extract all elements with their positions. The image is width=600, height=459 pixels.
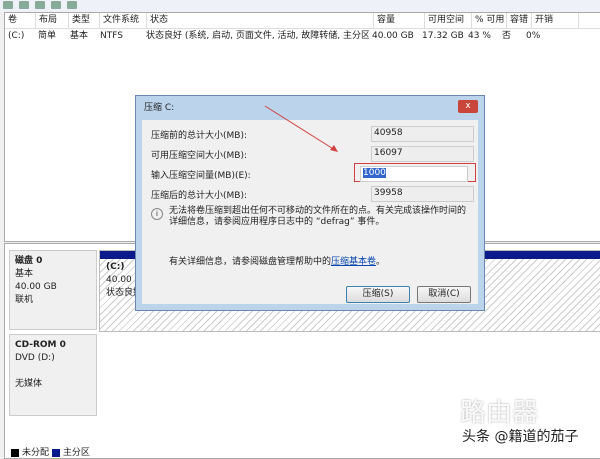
watermark-credit: 头条 @籍道的茄子 bbox=[462, 429, 579, 445]
arrow-annotation bbox=[264, 105, 338, 152]
